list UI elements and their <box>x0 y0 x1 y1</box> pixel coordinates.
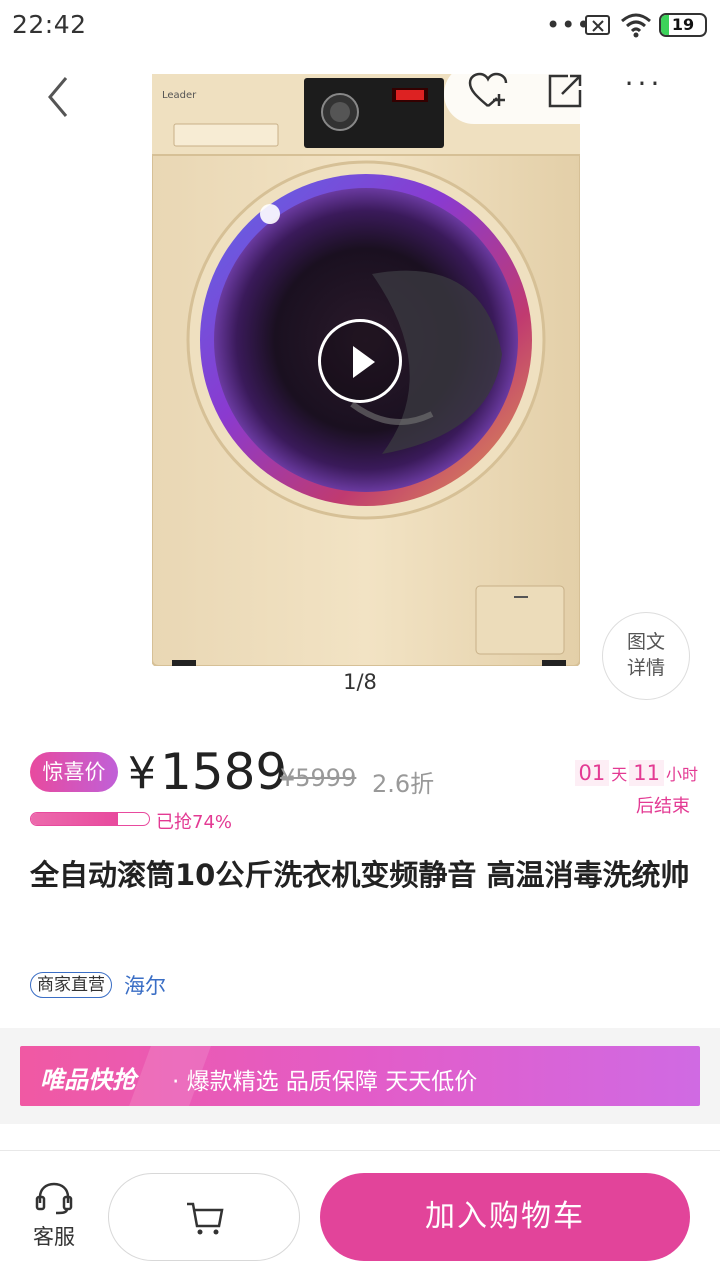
sold-progress-fill <box>31 813 119 825</box>
cart-icon <box>187 1202 224 1235</box>
no-sim-icon <box>585 15 610 35</box>
back-button[interactable] <box>36 72 84 122</box>
sold-progress-label: 已抢74% <box>156 812 233 833</box>
current-price: 1589 <box>160 743 288 801</box>
battery-level: 19 <box>671 15 695 34</box>
price-info-section: 惊喜价 ¥ 1589 ¥5999 2.6折 01 天 11 小时 后结束 已抢74% … <box>0 712 720 1032</box>
original-price: ¥5999 <box>280 764 357 792</box>
surprise-price-tag: 惊喜价 <box>30 752 118 792</box>
countdown-hours: 11 <box>629 760 664 786</box>
add-to-cart-button[interactable]: 加入购物车 <box>320 1173 690 1261</box>
play-icon <box>353 346 375 378</box>
customer-service-label: 客服 <box>33 1225 75 1249</box>
countdown-timer: 01 天 11 小时 <box>560 760 700 786</box>
wifi-icon <box>620 12 652 42</box>
status-time: 22:42 <box>12 10 87 39</box>
brand-link[interactable]: 海尔 <box>124 970 166 1000</box>
play-video-button[interactable] <box>318 319 402 403</box>
customer-service-button[interactable]: 客服 <box>24 1181 84 1259</box>
promo-brand: 唯品快抢 <box>40 1066 136 1094</box>
share-icon <box>548 74 582 108</box>
product-title: 全自动滚筒10公斤洗衣机变频静音 高温消毒洗统帅 <box>30 858 690 892</box>
heart-plus-icon <box>468 72 508 107</box>
countdown-days: 01 <box>574 760 610 786</box>
battery-icon: 19 <box>659 13 707 37</box>
discount-label: 2.6折 <box>372 770 435 798</box>
cart-button[interactable] <box>108 1173 300 1261</box>
image-index: 1/8 <box>343 670 377 694</box>
countdown-end-label: 后结束 <box>636 796 690 817</box>
favorite-button[interactable] <box>468 72 510 114</box>
countdown-day-unit: 天 <box>611 765 628 784</box>
detail-button-line1: 图文 <box>626 631 665 653</box>
merchant-tag: 商家直营 <box>30 972 112 998</box>
countdown-hour-unit: 小时 <box>665 765 698 784</box>
headset-icon <box>35 1182 73 1215</box>
more-dots-icon[interactable]: ··· <box>620 70 668 104</box>
promo-banner[interactable]: 唯品快抢 · 爆款精选 品质保障 天天低价 <box>20 1046 700 1106</box>
share-button[interactable] <box>546 72 584 114</box>
svg-text:Leader: Leader <box>162 90 197 101</box>
detail-button-line2: 详情 <box>626 657 665 679</box>
status-bar: 22:42 ••• 19 <box>0 0 720 52</box>
bottom-action-bar: 客服 加入购物车 <box>0 1150 720 1280</box>
back-arrow-icon <box>48 77 68 117</box>
price-currency: ¥ <box>128 748 156 799</box>
promo-text: · 爆款精选 品质保障 天天低价 <box>172 1069 478 1095</box>
image-text-detail-button[interactable]: 图文 详情 <box>602 612 690 700</box>
product-gallery[interactable]: Leader ··· 1/8 图文 详情 <box>0 52 720 712</box>
sold-progress-bar <box>30 812 150 826</box>
